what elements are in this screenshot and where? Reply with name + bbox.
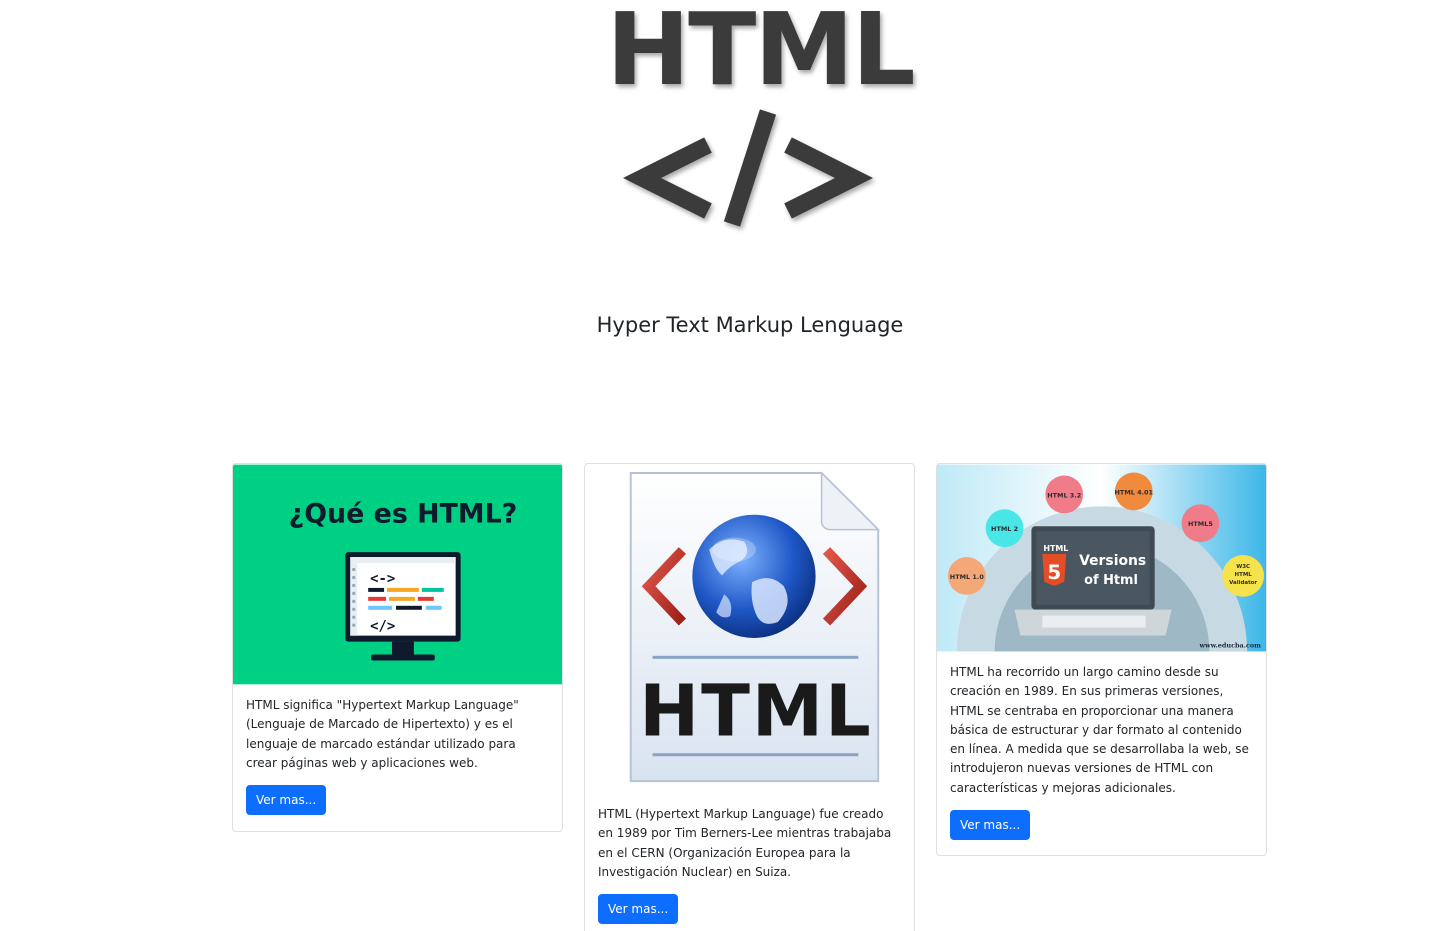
version-bubble: HTML 4.01: [1115, 488, 1154, 496]
card-image-versions-of-html: HTML 5 Versions of Html HTML 1.0 HTML 2 …: [937, 464, 1266, 652]
ver-mas-button[interactable]: Ver mas...: [598, 894, 679, 925]
version-bubble: HTML5: [1188, 520, 1213, 528]
card-text: HTML significa "Hypertext Markup Languag…: [246, 698, 519, 770]
page: HTML Hyper Text Markup Lenguage ¿Qué es …: [0, 0, 1449, 931]
card-html-history: HTML HTML (Hypertext Markup Language) fu…: [584, 463, 915, 931]
image-credit: www.educba.com: [1199, 641, 1262, 649]
page-subtitle: Hyper Text Markup Lenguage: [596, 313, 904, 337]
card-text: HTML (Hypertext Markup Language) fue cre…: [598, 807, 892, 879]
card-image-title: HTML: [639, 669, 872, 752]
version-bubble: HTML 1.0: [950, 573, 985, 581]
card-image-html-document: HTML: [629, 471, 881, 783]
ver-mas-button[interactable]: Ver mas...: [950, 810, 1031, 841]
svg-text:W3C: W3C: [1236, 564, 1250, 570]
svg-text:5: 5: [1047, 561, 1061, 584]
svg-text:<->: <->: [370, 571, 395, 587]
card-body: HTML significa "Hypertext Markup Languag…: [233, 685, 562, 828]
card-text: HTML ha recorrido un largo camino desde …: [950, 665, 1249, 795]
version-bubble: HTML 2: [991, 525, 1018, 533]
svg-text:</>: </>: [370, 619, 395, 635]
image-title-line1: Versions: [1079, 553, 1146, 569]
html-badge: HTML: [1043, 544, 1068, 553]
card-html-versions: HTML 5 Versions of Html HTML 1.0 HTML 2 …: [936, 463, 1267, 856]
code-tag-icon: [622, 109, 874, 227]
card-body: HTML ha recorrido un largo camino desde …: [937, 652, 1266, 853]
card-what-is-html: ¿Qué es HTML? <-> </> HTML significa "Hy…: [232, 463, 563, 832]
card-image-title: ¿Qué es HTML?: [289, 498, 518, 529]
card-image-what-is-html: ¿Qué es HTML? <-> </>: [233, 464, 562, 685]
card-body: HTML (Hypertext Markup Language) fue cre…: [585, 794, 914, 931]
image-title-line2: of Html: [1084, 573, 1138, 588]
ver-mas-button[interactable]: Ver mas...: [246, 785, 327, 816]
version-bubble: HTML 3.2: [1047, 491, 1081, 499]
svg-text:HTML: HTML: [1235, 572, 1253, 578]
svg-text:Validator: Validator: [1229, 580, 1257, 586]
hero-logo-text: HTML: [606, 0, 915, 108]
